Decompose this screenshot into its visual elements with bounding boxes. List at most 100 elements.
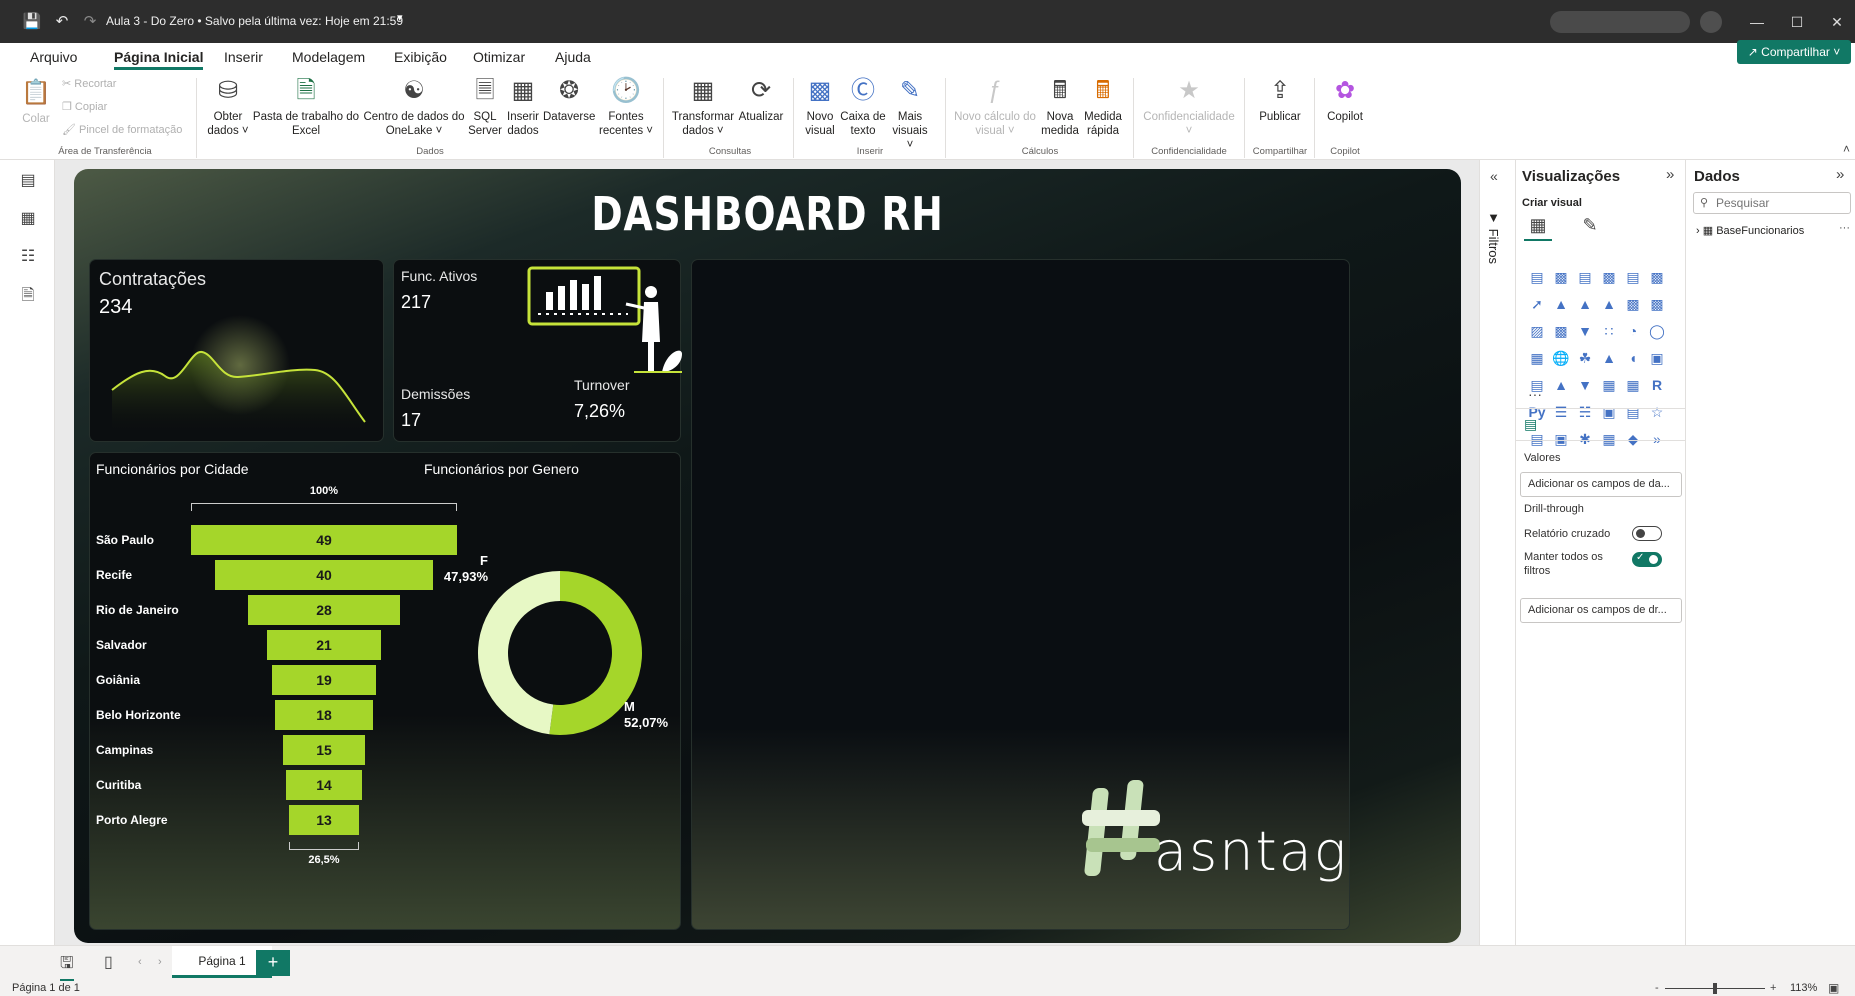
zoom-in-icon[interactable]: + [1770, 982, 1776, 994]
filters-pane[interactable]: « ▼ Filtros [1480, 160, 1516, 972]
build-visual-tab-icon[interactable]: ▦ [1524, 215, 1552, 241]
funnel-bar[interactable]: 49 [191, 525, 457, 555]
r-visual-icon[interactable]: R [1646, 374, 1668, 396]
text-box-button[interactable]: Ⓒ Caixa de texto [840, 76, 886, 138]
redo-icon[interactable]: ↷ [78, 10, 102, 34]
new-visual-calc-button[interactable]: ƒ Novo cálculo do visual ˅ [950, 76, 1040, 138]
table-node-basefuncionarios[interactable]: › ▦ BaseFuncionarios [1696, 224, 1804, 237]
card-icon[interactable]: ▣ [1646, 347, 1668, 369]
waterfall-icon[interactable]: ▩ [1550, 320, 1572, 342]
transform-data-button[interactable]: ▦ Transformar dados ˅ [670, 76, 736, 138]
enter-data-button[interactable]: ▦ Inserir dados [505, 76, 541, 138]
model-view-icon[interactable]: ☷ [16, 246, 40, 270]
maximize-icon[interactable]: ☐ [1780, 10, 1814, 34]
funnel-bar[interactable]: 18 [275, 700, 373, 730]
fit-page-icon[interactable]: ▣ [1828, 981, 1839, 995]
new-visual-button[interactable]: ▩ Novo visual [800, 76, 840, 138]
funnel-bar[interactable]: 21 [267, 630, 381, 660]
donut-slice-f[interactable] [478, 571, 560, 735]
diamond-icon[interactable]: ◆ [1622, 428, 1644, 450]
stacked-bar-icon[interactable]: ▤ [1526, 266, 1548, 288]
copilot-button[interactable]: ✿ Copilot [1320, 76, 1370, 124]
treemap-icon[interactable]: ▦ [1526, 347, 1548, 369]
add-page-button[interactable]: + [256, 950, 290, 976]
share-button[interactable]: ↗ Compartilhar ˅ [1737, 40, 1851, 64]
sql-server-button[interactable]: 🗏 SQL Server [468, 76, 502, 138]
metrics-icon[interactable]: ▦ [1598, 428, 1620, 450]
100-column-icon[interactable]: ▩ [1646, 266, 1668, 288]
next-page-icon[interactable]: › [158, 956, 162, 968]
more-options-icon[interactable]: ··· [1839, 222, 1850, 234]
funnel-bar[interactable]: 19 [272, 665, 376, 695]
prev-page-icon[interactable]: ‹ [138, 956, 142, 968]
chevron-visual-icon[interactable]: » [1646, 428, 1668, 450]
collapse-ribbon-icon[interactable]: ˄ [1843, 142, 1850, 156]
table-icon[interactable]: ▦ [1598, 374, 1620, 396]
stacked-column-icon[interactable]: ▩ [1550, 266, 1572, 288]
menu-pagina-inicial[interactable]: Página Inicial [114, 45, 204, 70]
cut-button[interactable]: ✂ Recortar [62, 77, 116, 90]
dataverse-button[interactable]: ❂ Dataverse [543, 76, 595, 124]
contratacoes-card[interactable]: Contratações 234 [89, 259, 384, 442]
slicer-icon[interactable]: ▼ [1574, 374, 1596, 396]
goals-icon[interactable]: ☆ [1646, 401, 1668, 423]
table-view-icon[interactable]: ▦ [16, 208, 40, 232]
save-icon[interactable]: 💾 [20, 10, 44, 34]
excel-button[interactable]: 🗎 Pasta de trabalho do Excel [252, 76, 360, 138]
funnel-bar[interactable]: 28 [248, 595, 400, 625]
gender-donut-chart[interactable]: F 47,93% M 52,07% [420, 553, 670, 753]
ribbon-chart-icon[interactable]: ▨ [1526, 320, 1548, 342]
funnel-bar[interactable]: 14 [286, 770, 362, 800]
minimize-icon[interactable]: — [1740, 10, 1774, 34]
refresh-button[interactable]: ⟳ Atualizar [736, 76, 786, 124]
menu-ajuda[interactable]: Ajuda [555, 45, 591, 70]
copy-button[interactable]: ❐ Copiar [62, 100, 107, 113]
city-funnel-chart[interactable]: 100% São Paulo 49 Recife 40 Rio de Janeiro 28 S… [96, 483, 457, 866]
matrix-icon[interactable]: ▦ [1622, 374, 1644, 396]
desktop-layout-icon[interactable]: 🖫 [60, 952, 74, 981]
stacked-area-icon[interactable]: ▲ [1574, 293, 1596, 315]
azure-map-icon[interactable]: ▲ [1598, 347, 1620, 369]
donut-icon[interactable]: ◯ [1646, 320, 1668, 342]
new-measure-button[interactable]: 🖩 Nova medida [1040, 76, 1080, 138]
line-column-icon[interactable]: ▩ [1622, 293, 1644, 315]
qa-icon[interactable]: ▣ [1598, 401, 1620, 423]
title-dropdown-icon[interactable]: ▾ [397, 11, 403, 24]
sensitivity-button[interactable]: ★ Confidencialidade ˅ [1140, 76, 1238, 138]
onelake-button[interactable]: ☯ Centro de dados do OneLake ˅ [362, 76, 466, 138]
menu-modelagem[interactable]: Modelagem [292, 45, 365, 70]
collapse-left-icon[interactable]: « [1490, 168, 1498, 184]
avatar[interactable] [1700, 11, 1722, 33]
collapse-viz-icon[interactable]: » [1666, 166, 1674, 183]
drill-through-field-well[interactable]: Adicionar os campos de dr... [1520, 598, 1682, 623]
headcount-card[interactable]: Func. Ativos 217 Demissões 17 Turnover 7… [393, 259, 682, 442]
kpi-icon[interactable]: ▲ [1550, 374, 1572, 396]
format-painter-button[interactable]: 🖌 Pincel de formatação [62, 123, 182, 136]
power-apps-icon[interactable]: ▣ [1550, 428, 1572, 450]
zoom-slider[interactable] [1665, 983, 1765, 994]
100-area-icon[interactable]: ▲ [1598, 293, 1620, 315]
collapse-data-icon[interactable]: » [1836, 166, 1844, 183]
menu-arquivo[interactable]: Arquivo [30, 45, 77, 70]
analytics-icon[interactable]: ▤ [1524, 416, 1537, 433]
clustered-bar-icon[interactable]: ▤ [1574, 266, 1596, 288]
menu-inserir[interactable]: Inserir [224, 45, 263, 70]
funnel-bar[interactable]: 13 [288, 805, 360, 835]
filled-map-icon[interactable]: ☘ [1574, 347, 1596, 369]
decomposition-tree-icon[interactable]: ☵ [1574, 401, 1596, 423]
cross-report-toggle[interactable] [1632, 526, 1662, 541]
report-view-icon[interactable]: ▤ [16, 170, 40, 194]
line-clustered-icon[interactable]: ▩ [1646, 293, 1668, 315]
power-automate-icon[interactable]: ✱ [1574, 428, 1596, 450]
scatter-icon[interactable]: ∷ [1598, 320, 1620, 342]
more-visuals-ellipsis[interactable]: ··· [1528, 386, 1542, 402]
zoom-thumb[interactable] [1713, 983, 1717, 994]
format-visual-tab-icon[interactable]: ✎ [1576, 215, 1604, 241]
map-icon[interactable]: 🌐 [1550, 347, 1572, 369]
funnel-icon[interactable]: ▼ [1574, 320, 1596, 342]
close-icon[interactable]: ✕ [1820, 10, 1854, 34]
more-visuals-button[interactable]: ✎ Mais visuais ˅ [888, 76, 932, 152]
100-bar-icon[interactable]: ▤ [1622, 266, 1644, 288]
narrative-icon[interactable]: ▤ [1622, 401, 1644, 423]
values-field-well[interactable]: Adicionar os campos de da... [1520, 472, 1682, 497]
